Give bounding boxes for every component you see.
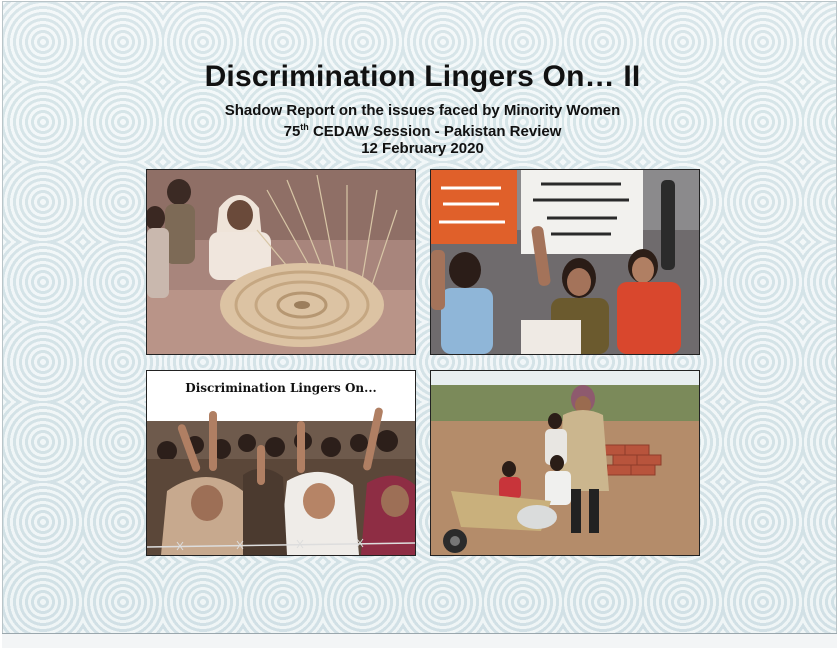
photo-woman-weaving-basket bbox=[146, 169, 416, 355]
session-text: CEDAW Session - Pakistan Review bbox=[308, 123, 562, 140]
photo-caption: Discrimination Lingers On... bbox=[185, 381, 377, 395]
session-number: 75 bbox=[283, 123, 301, 140]
photo-protest-crowd: Discrimination Lingers On... bbox=[146, 370, 416, 556]
session-line: 75th CEDAW Session - Pakistan Review bbox=[3, 122, 836, 140]
session-suffix: th bbox=[300, 122, 309, 132]
photo-women-protest-with-placards bbox=[430, 169, 700, 355]
page-bottom-bar bbox=[2, 633, 837, 648]
document-title: Discrimination Lingers On… II bbox=[204, 60, 641, 93]
report-cover-page: Discrimination Lingers On… II Shadow Rep… bbox=[2, 1, 837, 634]
document-subtitle: Shadow Report on the issues faced by Min… bbox=[224, 102, 621, 119]
photo-woman-and-children-brick-work bbox=[430, 370, 700, 556]
document-date: 12 February 2020 bbox=[361, 140, 484, 157]
